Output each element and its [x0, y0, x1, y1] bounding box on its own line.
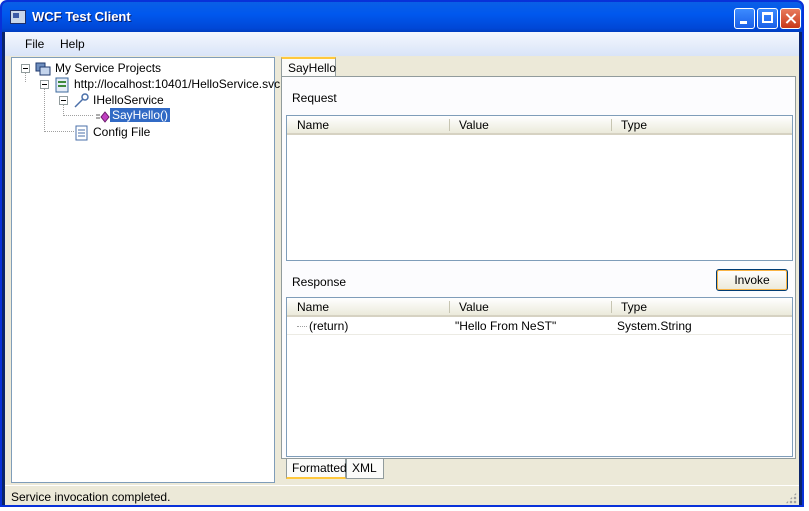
- menu-help[interactable]: Help: [60, 37, 85, 51]
- col-name[interactable]: Name: [297, 300, 329, 314]
- table-row[interactable]: (return) "Hello From NeST" System.String: [287, 318, 792, 335]
- service-icon: [55, 77, 69, 93]
- contract-icon: [74, 93, 89, 108]
- operation-icon: [96, 111, 110, 123]
- collapse-toggle-root[interactable]: [21, 64, 30, 73]
- status-bar: Service invocation completed.: [5, 485, 799, 505]
- request-grid-header: Name Value Type: [287, 116, 792, 135]
- row-name: (return): [309, 319, 349, 333]
- invoke-button[interactable]: Invoke: [716, 269, 788, 291]
- maximize-button[interactable]: [757, 8, 778, 29]
- col-value[interactable]: Value: [459, 300, 489, 314]
- col-value[interactable]: Value: [459, 118, 489, 132]
- client-area: File Help My Service Projects http://loc…: [5, 32, 799, 505]
- resize-grip-icon[interactable]: [785, 492, 797, 504]
- app-icon: [10, 10, 26, 24]
- col-name[interactable]: Name: [297, 118, 329, 132]
- tab-sayhello[interactable]: SayHello: [281, 57, 336, 77]
- window-title: WCF Test Client: [32, 9, 131, 24]
- col-type[interactable]: Type: [621, 118, 647, 132]
- minimize-button[interactable]: [734, 8, 755, 29]
- response-grid[interactable]: Name Value Type (return) "Hello From NeS…: [286, 297, 793, 457]
- response-grid-header: Name Value Type: [287, 298, 792, 317]
- collapse-toggle-service[interactable]: [40, 80, 49, 89]
- row-type: System.String: [617, 319, 692, 333]
- config-file-icon: [75, 125, 88, 141]
- service-tree[interactable]: My Service Projects http://localhost:104…: [11, 57, 280, 483]
- collapse-toggle-contract[interactable]: [59, 96, 68, 105]
- tree-operation[interactable]: SayHello(): [110, 108, 171, 122]
- menu-file[interactable]: File: [25, 37, 44, 51]
- projects-icon: [35, 62, 51, 76]
- menu-bar: File Help: [5, 32, 799, 56]
- request-grid[interactable]: Name Value Type: [286, 115, 793, 261]
- status-text: Service invocation completed.: [11, 490, 171, 504]
- tree-service[interactable]: http://localhost:10401/HelloService.svc: [74, 77, 280, 91]
- tree-contract[interactable]: IHelloService: [93, 93, 164, 107]
- title-bar[interactable]: WCF Test Client: [2, 2, 802, 32]
- tab-panel: Request Name Value Type Response Invoke …: [281, 76, 796, 459]
- response-label: Response: [292, 275, 347, 289]
- tree-config[interactable]: Config File: [93, 125, 150, 139]
- app-window: WCF Test Client File Help My Service Pro…: [0, 0, 804, 507]
- close-button[interactable]: [780, 8, 801, 29]
- row-value: "Hello From NeST": [455, 319, 557, 333]
- operation-panel: SayHello Request Name Value Type Respons…: [278, 57, 796, 483]
- request-label: Request: [292, 91, 337, 105]
- tab-xml[interactable]: XML: [346, 459, 384, 479]
- tab-formatted[interactable]: Formatted: [286, 459, 347, 479]
- col-type[interactable]: Type: [621, 300, 647, 314]
- tree-root[interactable]: My Service Projects: [55, 61, 161, 75]
